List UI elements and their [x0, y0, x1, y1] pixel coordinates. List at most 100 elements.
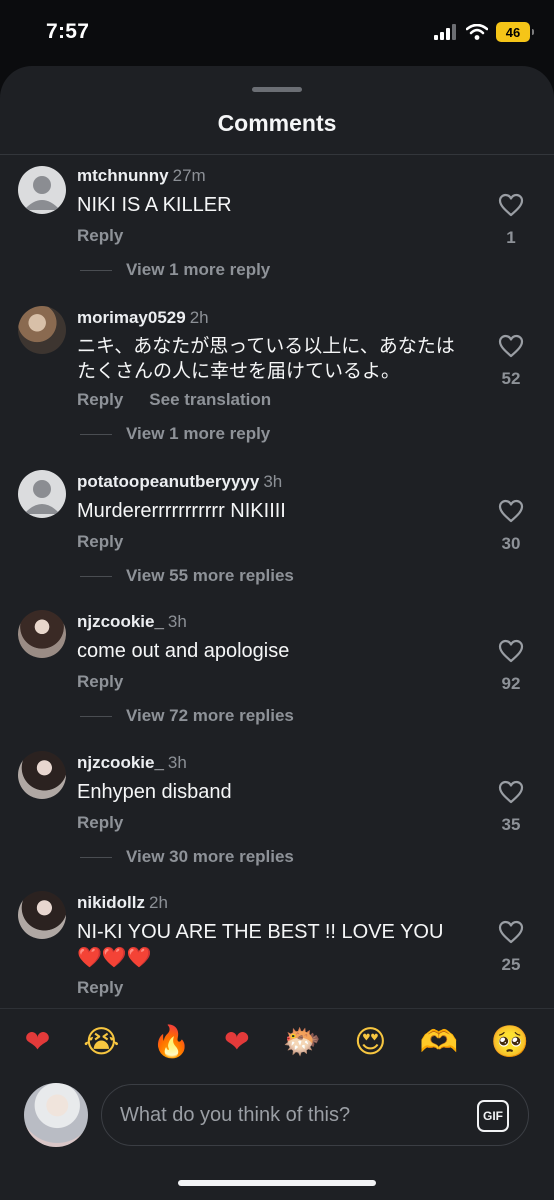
status-time: 7:57 — [46, 20, 90, 43]
like-count: 30 — [501, 534, 521, 553]
signal-icon — [434, 24, 456, 40]
pleading-face-reaction[interactable]: 🥺 — [491, 1027, 530, 1058]
battery-indicator: 46 — [496, 22, 534, 42]
view-replies-label[interactable]: View 30 more replies — [126, 847, 294, 867]
comment-actions: Reply — [77, 978, 123, 998]
avatar[interactable] — [18, 470, 66, 518]
default-avatar-icon — [24, 480, 60, 514]
comment-username[interactable]: njzcookie_ 3h — [77, 612, 187, 632]
heart-icon[interactable] — [498, 193, 524, 217]
like-button[interactable]: 92 — [496, 639, 526, 694]
comment-input[interactable] — [101, 1084, 529, 1146]
heart-hands-reaction[interactable]: 🫶 — [419, 1027, 458, 1058]
reply-button[interactable]: Reply — [77, 978, 123, 998]
comment-text: Enhypen disband — [77, 781, 232, 803]
like-count: 92 — [501, 674, 521, 693]
reply-button[interactable]: Reply — [77, 226, 123, 246]
heart-reaction[interactable]: ❤ — [224, 1027, 250, 1058]
username-text[interactable]: morimay0529 — [77, 308, 186, 327]
comment-actions: Reply — [77, 532, 123, 552]
comment-time: 2h — [189, 308, 209, 327]
like-button[interactable]: 35 — [496, 780, 526, 835]
like-button[interactable]: 1 — [496, 193, 526, 248]
username-text[interactable]: nikidollz — [77, 893, 145, 912]
comment-actions: Reply — [77, 813, 123, 833]
comment-text: NI-KI YOU ARE THE BEST !! LOVE YOU — [77, 921, 444, 943]
comment-time: 27m — [172, 166, 206, 185]
view-replies-label[interactable]: View 55 more replies — [126, 566, 294, 586]
quick-reaction-bar: ❤ 😭 🔥 ❤ 🐡 😍 🫶 🥺 — [0, 1008, 554, 1076]
comment-username[interactable]: morimay0529 2h — [77, 308, 209, 328]
view-replies-label[interactable]: View 72 more replies — [126, 706, 294, 726]
heart-icon[interactable] — [498, 499, 524, 523]
gif-button[interactable]: GIF — [477, 1100, 509, 1132]
status-icons: 46 — [434, 22, 534, 42]
avatar[interactable] — [18, 306, 66, 354]
like-button[interactable]: 25 — [496, 920, 526, 975]
view-replies-button[interactable]: View 1 more reply — [80, 424, 270, 444]
reply-button[interactable]: Reply — [77, 672, 123, 692]
comment-actions: Reply — [77, 672, 123, 692]
replies-divider — [80, 856, 112, 858]
username-text[interactable]: njzcookie_ — [77, 753, 164, 772]
red-heart-reaction[interactable]: ❤ — [24, 1027, 50, 1058]
comment-text: ニキ、あなたが思っている以上に、あなたはたくさんの人に幸せを届けているよ。 — [77, 336, 455, 382]
comment-actions: Reply See translation — [77, 390, 271, 410]
title-divider — [0, 154, 554, 155]
comment-text: NIKI IS A KILLER — [77, 194, 232, 216]
heart-icon[interactable] — [498, 334, 524, 358]
view-replies-button[interactable]: View 55 more replies — [80, 566, 294, 586]
wifi-icon — [466, 24, 488, 40]
status-bar: 7:57 46 — [0, 0, 554, 66]
comment-username[interactable]: potatoopeanutberyyyy 3h — [77, 472, 282, 492]
home-indicator[interactable] — [178, 1180, 376, 1186]
avatar[interactable] — [18, 751, 66, 799]
sheet-grabber[interactable] — [252, 87, 302, 92]
comment-username[interactable]: mtchnunny 27m — [77, 166, 206, 186]
reply-button[interactable]: Reply — [77, 390, 123, 410]
comments-sheet: Comments mtchnunny 27m NIKI IS A KILLER R… — [0, 66, 554, 1200]
my-avatar[interactable] — [24, 1083, 88, 1147]
reply-button[interactable]: Reply — [77, 532, 123, 552]
blowfish-reaction[interactable]: 🐡 — [283, 1027, 322, 1058]
replies-divider — [80, 715, 112, 717]
avatar[interactable] — [18, 610, 66, 658]
fire-reaction[interactable]: 🔥 — [152, 1027, 191, 1058]
comment-time: 3h — [263, 472, 283, 491]
avatar[interactable] — [18, 891, 66, 939]
comment-time: 3h — [167, 612, 187, 631]
like-count: 25 — [501, 955, 521, 974]
crying-face-reaction[interactable]: 😭 — [83, 1027, 119, 1058]
comment-text: come out and apologise — [77, 640, 290, 662]
view-replies-label[interactable]: View 1 more reply — [126, 260, 270, 280]
view-replies-button[interactable]: View 1 more reply — [80, 260, 270, 280]
heart-eyes-reaction[interactable]: 😍 — [354, 1027, 386, 1058]
like-count: 52 — [501, 369, 521, 388]
heart-icon[interactable] — [498, 780, 524, 804]
avatar[interactable] — [18, 166, 66, 214]
comment-actions: Reply — [77, 226, 123, 246]
like-count: 35 — [501, 815, 521, 834]
reply-button[interactable]: Reply — [77, 813, 123, 833]
comment-emoji-text: ❤️❤️❤️ — [77, 945, 152, 969]
comment-username[interactable]: njzcookie_ 3h — [77, 753, 187, 773]
like-button[interactable]: 30 — [496, 499, 526, 554]
view-replies-button[interactable]: View 30 more replies — [80, 847, 294, 867]
comment-time: 3h — [167, 753, 187, 772]
replies-divider — [80, 433, 112, 435]
like-count: 1 — [506, 228, 516, 247]
view-replies-label[interactable]: View 1 more reply — [126, 424, 270, 444]
replies-divider — [80, 575, 112, 577]
username-text[interactable]: potatoopeanutberyyyy — [77, 472, 259, 491]
like-button[interactable]: 52 — [496, 334, 526, 389]
replies-divider — [80, 269, 112, 271]
heart-icon[interactable] — [498, 639, 524, 663]
username-text[interactable]: njzcookie_ — [77, 612, 164, 631]
heart-icon[interactable] — [498, 920, 524, 944]
see-translation-button[interactable]: See translation — [149, 390, 271, 410]
username-text[interactable]: mtchnunny — [77, 166, 169, 185]
comment-username[interactable]: nikidollz 2h — [77, 893, 168, 913]
view-replies-button[interactable]: View 72 more replies — [80, 706, 294, 726]
comment-text: Murdererrrrrrrrrrr NIKIIII — [77, 500, 286, 522]
sheet-title: Comments — [217, 110, 337, 136]
